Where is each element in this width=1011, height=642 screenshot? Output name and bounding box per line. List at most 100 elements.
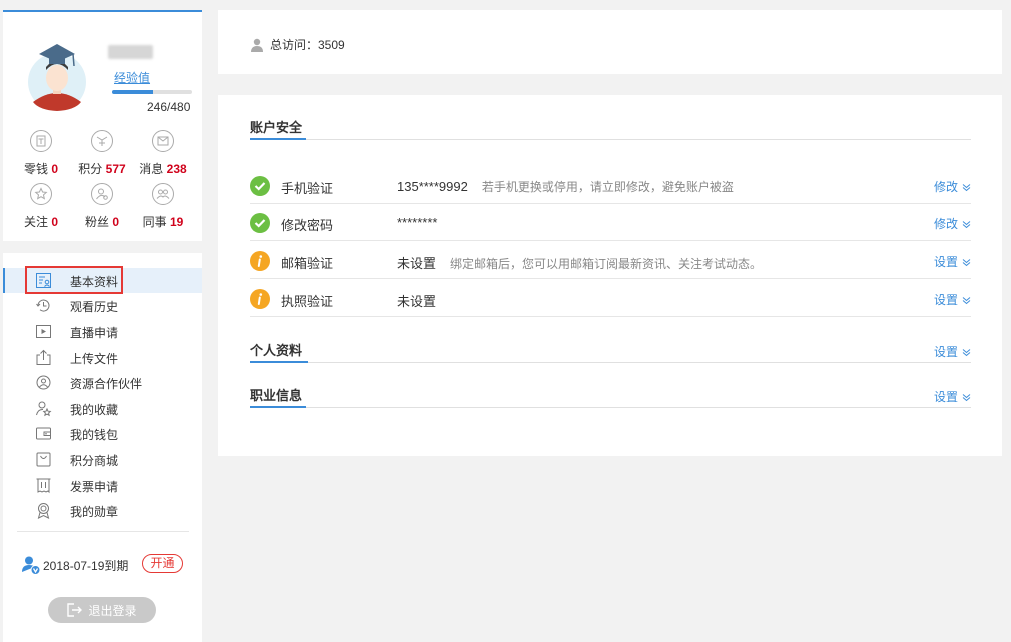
info-warning-icon [250,251,270,271]
section-title-underline [250,361,308,363]
action-label: 修改 [933,217,958,231]
modify-password-button[interactable]: 修改 [934,215,971,232]
colleagues-icon [152,183,174,205]
sidebar-item-shop[interactable]: 积分商城 [3,447,202,472]
password-value: ******** [397,215,438,230]
total-visits: 总访问：3509 [270,38,345,52]
account-settings-card: 账户安全 手机验证 135****9992 若手机更换或停用，请立即修改，避免账户… [218,95,1002,456]
chevron-down-icon [962,297,971,305]
invoice-icon [36,478,51,494]
set-personal-info-button[interactable]: 设置 [934,343,971,360]
modify-phone-button[interactable]: 修改 [934,178,971,195]
stat-label: 同事 [142,215,167,229]
star-follow-icon [30,183,52,205]
security-row-email: 邮箱验证 未设置 绑定邮箱后，您可以用邮箱订阅最新资讯、关注考试动态。 设置 [250,242,971,279]
section-divider [250,139,971,140]
user-icon [251,38,263,52]
action-label: 设置 [933,345,958,359]
license-value: 未设置 [397,294,437,309]
sidebar-item-label: 积分商城 [70,454,119,468]
sidebar-item-label: 发票申请 [70,480,119,494]
sidebar-item-invoice[interactable]: 发票申请 [3,473,202,498]
sidebar-item-label: 我的收藏 [70,403,119,417]
divider [17,531,189,532]
security-row-password: 修改密码 ******** 修改 [250,204,971,241]
stat-value: 577 [105,162,126,176]
stat-label: 积分 [78,162,103,176]
row-description: 绑定邮箱后，您可以用邮箱订阅最新资讯、关注考试动态。 [450,257,763,271]
logout-icon [67,603,83,617]
stat-change[interactable]: 零钱 0 [11,129,71,177]
stat-value: 0 [112,215,120,229]
stat-label: 零钱 [23,162,48,176]
stat-follow[interactable]: 关注 0 [11,182,71,230]
vip-user-icon [22,556,41,575]
row-description: 若手机更换或停用，请立即修改，避免账户被盗 [481,180,734,194]
action-label: 设置 [933,390,958,404]
vip-expiry-date: 2018-07-19到期 [43,559,129,573]
wallet-icon [36,427,51,440]
section-title-personal-info: 个人资料 [250,343,303,358]
history-icon [36,299,50,312]
sidebar-item-label: 资源合作伙伴 [70,377,143,391]
sidebar-item-label: 上传文件 [70,352,119,366]
row-divider [250,316,971,317]
upload-icon [36,349,51,365]
stat-fans[interactable]: 粉丝 0 [72,182,132,230]
sidebar-item-label: 我的勋章 [70,505,119,519]
row-name: 邮箱验证 [281,256,334,271]
exp-progress-fill [112,90,153,94]
section-divider [250,407,971,408]
profile-card: 经验值 246/480 零钱 0 积分 577 消息 238 关注 0 粉丝 0… [3,10,202,241]
sidebar-item-upload[interactable]: 上传文件 [3,345,202,370]
sidebar-item-favorites[interactable]: 我的收藏 [3,396,202,421]
logout-button[interactable]: 退出登录 [48,597,156,623]
section-title-underline [250,138,306,140]
stat-label: 消息 [139,162,164,176]
info-warning-icon [250,289,270,309]
set-career-info-button[interactable]: 设置 [934,388,971,405]
active-item-highlight-box [25,266,123,294]
sidebar-item-label: 直播申请 [70,326,119,340]
stat-points[interactable]: 积分 577 [72,129,132,177]
exp-link[interactable]: 经验值 [114,69,150,86]
stat-value: 238 [166,162,187,176]
stat-colleagues[interactable]: 同事 19 [133,182,193,230]
sidebar-item-label: 观看历史 [70,300,119,314]
row-value: 未设置 绑定邮箱后，您可以用邮箱订阅最新资讯、关注考试动态。 [397,253,762,272]
row-name: 手机验证 [281,181,334,196]
chevron-down-icon [962,349,971,357]
username-blurred [108,45,153,59]
stat-messages[interactable]: 消息 238 [133,129,193,177]
activate-vip-button[interactable]: 开通 [142,554,183,573]
stat-value: 0 [51,162,59,176]
chevron-down-icon [962,394,971,402]
message-icon [152,130,174,152]
live-icon [36,325,51,338]
chevron-down-icon [962,221,971,229]
set-email-button[interactable]: 设置 [934,253,971,270]
vip-status: 2018-07-19到期 开通 [21,554,191,576]
sidebar-item-wallet[interactable]: 我的钱包 [3,421,202,446]
row-name: 执照验证 [281,294,334,309]
shop-icon [36,452,51,467]
section-title-account-security: 账户安全 [250,120,303,135]
sidebar-item-live[interactable]: 直播申请 [3,319,202,344]
avatar[interactable] [27,40,87,112]
action-label: 修改 [933,180,958,194]
sidebar-item-label: 我的钱包 [70,428,119,442]
visits-card: 总访问：3509 [218,10,1002,74]
action-label: 设置 [933,255,958,269]
medal-icon [37,503,50,519]
exp-text: 246/480 [147,100,191,114]
row-name: 修改密码 [281,218,334,233]
sidebar-item-medals[interactable]: 我的勋章 [3,498,202,523]
set-license-button[interactable]: 设置 [934,291,971,308]
sidebar-item-partner[interactable]: 资源合作伙伴 [3,370,202,395]
section-divider [250,362,971,363]
row-value: 135****9992 若手机更换或停用，请立即修改，避免账户被盗 [397,178,734,195]
points-icon [91,130,113,152]
sidebar-item-history[interactable]: 观看历史 [3,293,202,318]
stat-label: 关注 [23,215,48,229]
row-divider [250,278,971,279]
